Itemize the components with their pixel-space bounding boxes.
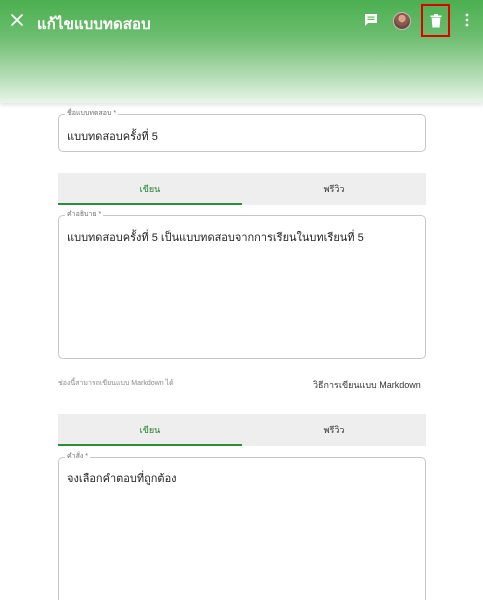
avatar[interactable]: [393, 12, 411, 30]
quiz-name-field[interactable]: ชื่อแบบทดสอบ * แบบทดสอบครั้งที่ 5: [58, 109, 426, 152]
tab-preview-2[interactable]: พรีวิว: [242, 414, 426, 446]
description-label: คำอธิบาย *: [65, 210, 104, 220]
description-field[interactable]: คำอธิบาย * แบบทดสอบครั้งที่ 5 เป็นแบบทดส…: [58, 210, 426, 359]
tab-preview[interactable]: พรีวิว: [242, 173, 426, 205]
markdown-help-link[interactable]: วิธีการเขียนแบบ Markdown: [313, 378, 421, 392]
description-tabs: เขียน พรีวิว: [58, 173, 426, 205]
more-options-button[interactable]: [456, 9, 478, 31]
page-title: แก้ไขแบบทดสอบ: [37, 16, 151, 33]
markdown-hint: ช่องนี้สามารถเขียนแบบ Markdown ได้: [58, 380, 174, 387]
close-icon: [11, 14, 23, 26]
close-button[interactable]: [6, 9, 28, 31]
comment-button[interactable]: [360, 9, 382, 31]
instruction-label: คำสั่ง *: [65, 452, 90, 462]
tab-write-2[interactable]: เขียน: [58, 414, 242, 446]
description-value: แบบทดสอบครั้งที่ 5 เป็นแบบทดสอบจากการเรี…: [67, 232, 364, 244]
tab-write[interactable]: เขียน: [58, 173, 242, 205]
quiz-name-label: ชื่อแบบทดสอบ *: [65, 109, 119, 119]
instruction-tabs: เขียน พรีวิว: [58, 414, 426, 446]
app-bar: แก้ไขแบบทดสอบ: [0, 0, 483, 103]
instruction-field[interactable]: คำสั่ง * จงเลือกคำตอบที่ถูกต้อง: [58, 452, 426, 600]
delete-button[interactable]: [421, 4, 450, 37]
trash-icon: [430, 13, 441, 27]
instruction-value: จงเลือกคำตอบที่ถูกต้อง: [67, 473, 177, 485]
more-vertical-icon: [465, 13, 469, 27]
comment-icon: [365, 14, 377, 26]
quiz-name-value: แบบทดสอบครั้งที่ 5: [67, 131, 158, 143]
